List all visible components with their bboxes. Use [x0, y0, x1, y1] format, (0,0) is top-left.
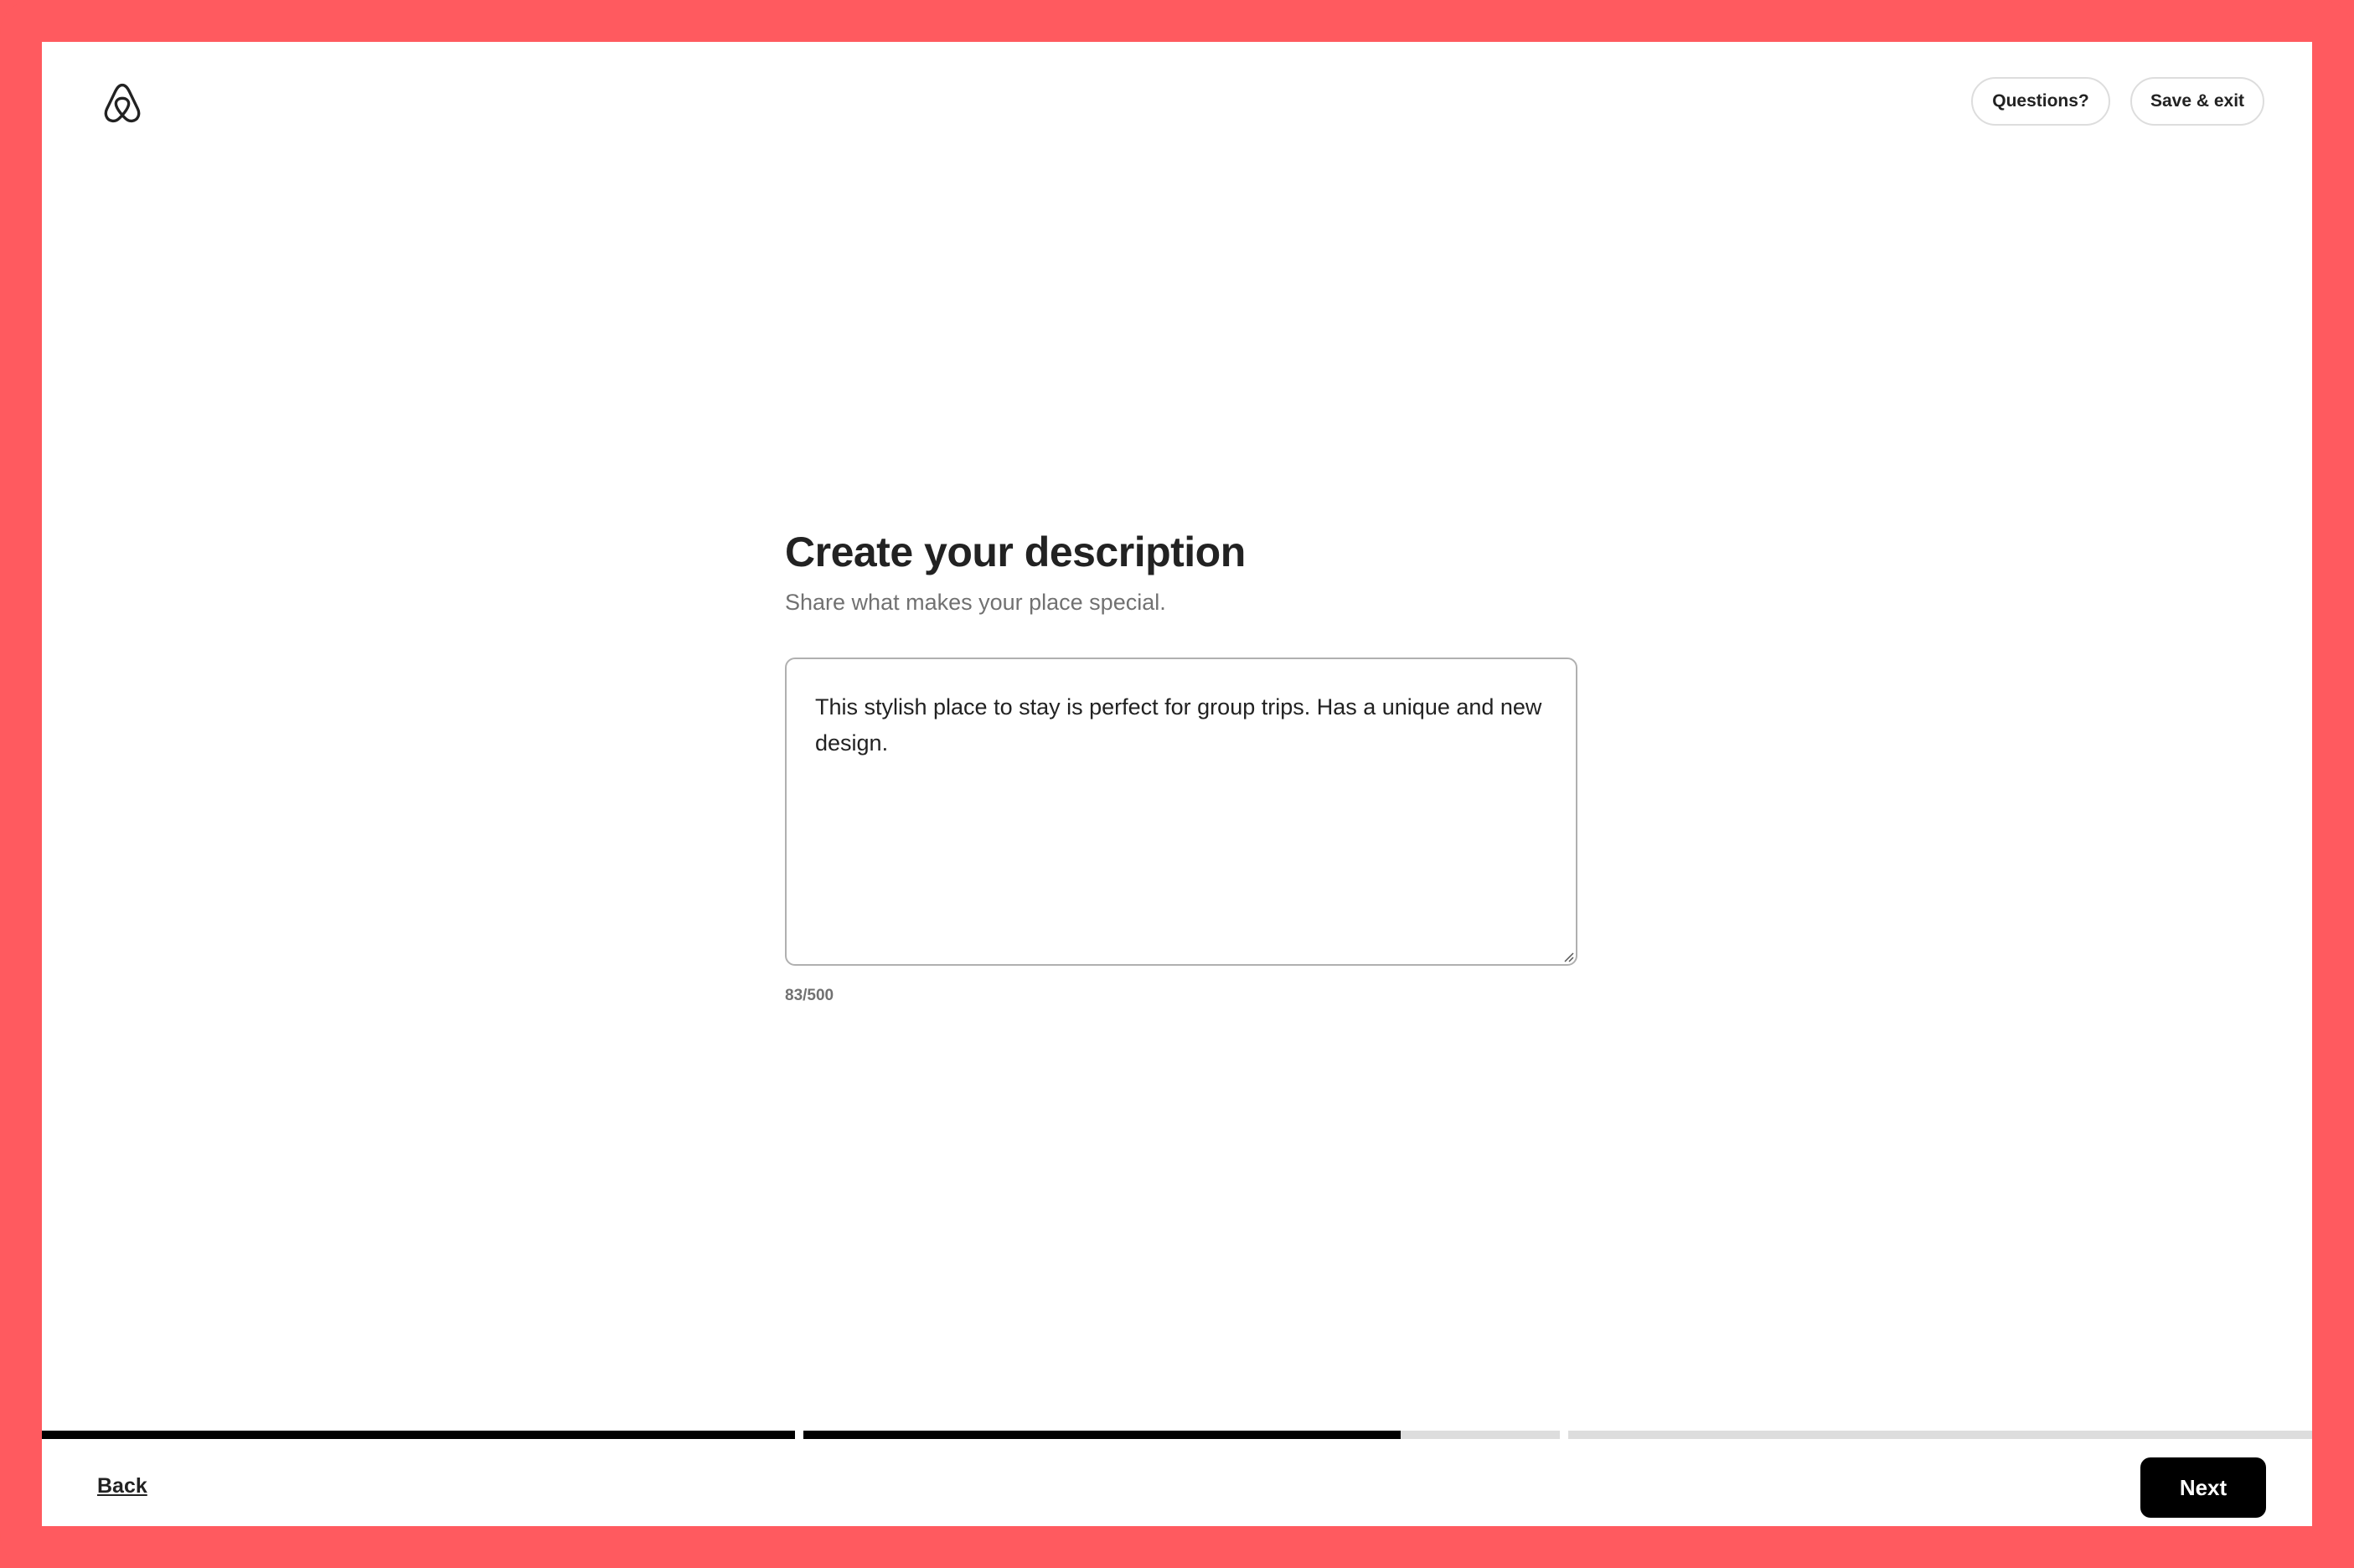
progress-step-2: [803, 1431, 1560, 1439]
progress-step-2-fill: [803, 1431, 1402, 1439]
character-count: 83/500: [785, 987, 834, 1004]
app-frame: Questions? Save & exit Create your descr…: [0, 0, 2354, 1568]
questions-button[interactable]: Questions?: [1971, 77, 2110, 126]
progress-step-1-fill: [42, 1431, 795, 1439]
airbnb-logo-icon[interactable]: [101, 81, 143, 125]
next-button[interactable]: Next: [2140, 1457, 2266, 1518]
page-subtitle: Share what makes your place special.: [785, 590, 1166, 615]
progress-step-3: [1568, 1431, 2312, 1439]
progress-bar: [42, 1431, 2312, 1439]
page-title: Create your description: [785, 529, 1246, 575]
description-textarea[interactable]: [785, 658, 1577, 966]
progress-step-1: [42, 1431, 795, 1439]
resize-handle-icon[interactable]: [1562, 951, 1574, 962]
back-button[interactable]: Back: [97, 1474, 147, 1498]
save-exit-button[interactable]: Save & exit: [2130, 77, 2264, 126]
listing-editor-page: Questions? Save & exit Create your descr…: [42, 42, 2312, 1526]
